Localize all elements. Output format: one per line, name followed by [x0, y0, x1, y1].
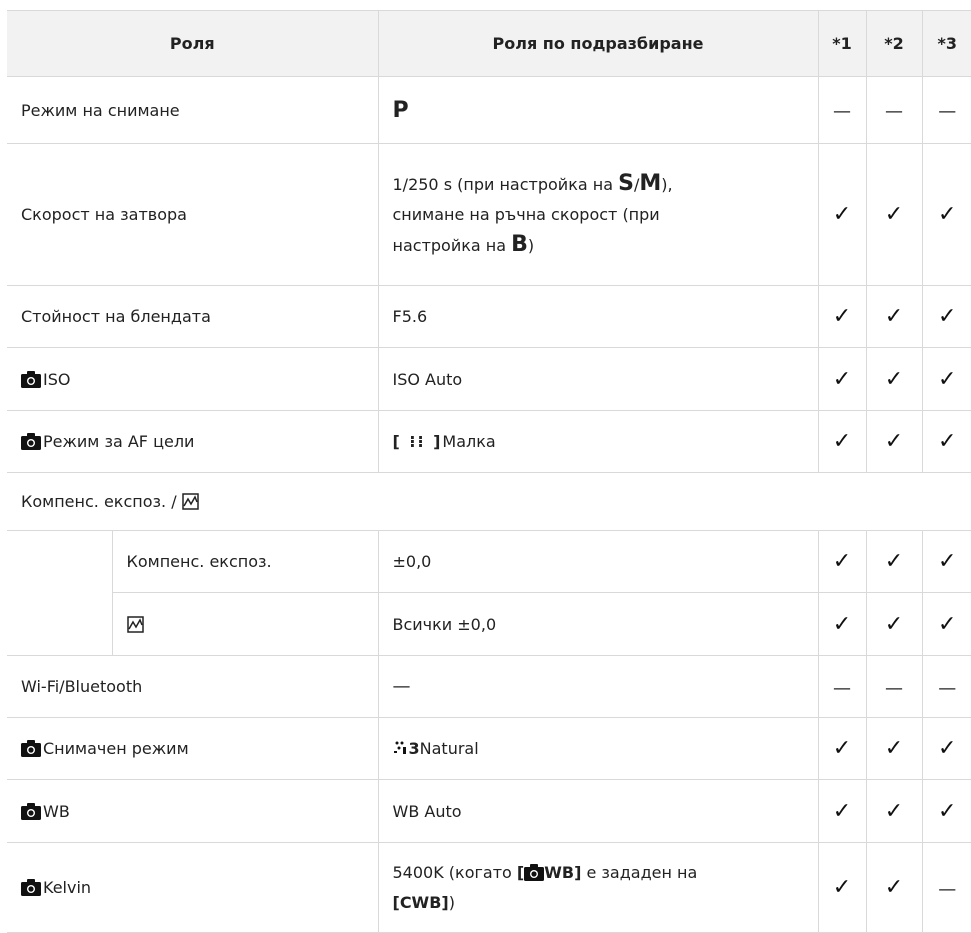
- table-row: Компенс. експоз. ±0,0 ✓ ✓ ✓: [7, 530, 971, 656]
- camera-icon: [524, 863, 545, 881]
- row-value: ISO Auto: [378, 347, 819, 411]
- group-label: Компенс. експоз. /: [7, 472, 971, 531]
- row-value: —: [378, 655, 819, 718]
- mark-3: —: [922, 76, 971, 144]
- row-value: WB Auto: [378, 779, 819, 843]
- row-label: Скорост на затвора: [7, 143, 379, 286]
- group-row: Компенс. експоз. /: [7, 472, 971, 531]
- row-label: [112, 592, 379, 656]
- camera-icon: [21, 370, 41, 388]
- row-value: P: [378, 76, 819, 144]
- row-value: 1/250 s (при настройка на S/M), снимане …: [378, 143, 819, 286]
- row-label: Режим на снимане: [7, 76, 379, 144]
- reset-settings-table: Роля Роля по подразбиране *1 *2 *3 Режим…: [7, 10, 971, 933]
- table-row: WB WB Auto ✓ ✓ ✓: [7, 779, 971, 843]
- mark-2: —: [866, 76, 923, 144]
- header-mark-1: *1: [818, 10, 867, 77]
- header-mark-2: *2: [866, 10, 923, 77]
- table-row: Стойност на блендата F5.6 ✓ ✓ ✓: [7, 285, 971, 348]
- row-label: WB: [7, 779, 379, 843]
- mark-3: ✓: [922, 143, 971, 286]
- mode-p: P: [392, 97, 409, 123]
- highlight-shadow-icon: [126, 615, 144, 633]
- row-label: ISO: [7, 347, 379, 411]
- mark-2: ✓: [866, 143, 923, 286]
- table-row: ISO ISO Auto ✓ ✓ ✓: [7, 347, 971, 411]
- highlight-shadow-icon: [181, 493, 199, 510]
- camera-icon: [21, 802, 41, 820]
- row-value: [ ⁝⁝ ]Малка: [378, 410, 819, 473]
- camera-icon: [21, 740, 41, 757]
- picture-mode-icon: [393, 741, 406, 754]
- row-label: Снимачен режим: [7, 717, 379, 780]
- row-label: Компенс. експоз.: [112, 530, 379, 593]
- camera-icon: [21, 879, 41, 896]
- row-value: ±0,0: [378, 530, 819, 593]
- header-mark-3: *3: [922, 10, 971, 77]
- row-label: Стойност на блендата: [7, 285, 379, 348]
- header-row: Роля Роля по подразбиране *1 *2 *3: [7, 10, 971, 77]
- row-label: Wi-Fi/Bluetooth: [7, 655, 379, 718]
- row-value: F5.6: [378, 285, 819, 348]
- row-label: Kelvin: [7, 842, 379, 933]
- table-row: Режим на снимане P — — —: [7, 76, 971, 144]
- table-row: Всички ±0,0 ✓ ✓ ✓: [7, 592, 971, 656]
- table-row: Kelvin 5400K (когато [WB] е зададен на […: [7, 842, 971, 933]
- table-row: Режим за AF цели [ ⁝⁝ ]Малка ✓ ✓ ✓: [7, 410, 971, 473]
- indent-cell: [7, 530, 113, 656]
- table-row: Скорост на затвора 1/250 s (при настройк…: [7, 143, 971, 286]
- mark-1: ✓: [818, 143, 867, 286]
- af-target-small-icon: [ ⁝⁝ ]: [392, 432, 443, 451]
- row-value: 5400K (когато [WB] е зададен на [CWB]): [378, 842, 819, 933]
- camera-icon: [21, 433, 41, 450]
- table-row: Снимачен режим 3Natural ✓ ✓ ✓: [7, 717, 971, 780]
- header-default-role: Роля по подразбиране: [378, 10, 819, 77]
- header-role: Роля: [7, 10, 379, 77]
- mark-1: —: [818, 76, 867, 144]
- table-row: Wi-Fi/Bluetooth — — — —: [7, 655, 971, 718]
- row-value: Всички ±0,0: [378, 592, 819, 656]
- row-value: 3Natural: [378, 717, 819, 780]
- row-label: Режим за AF цели: [7, 410, 379, 473]
